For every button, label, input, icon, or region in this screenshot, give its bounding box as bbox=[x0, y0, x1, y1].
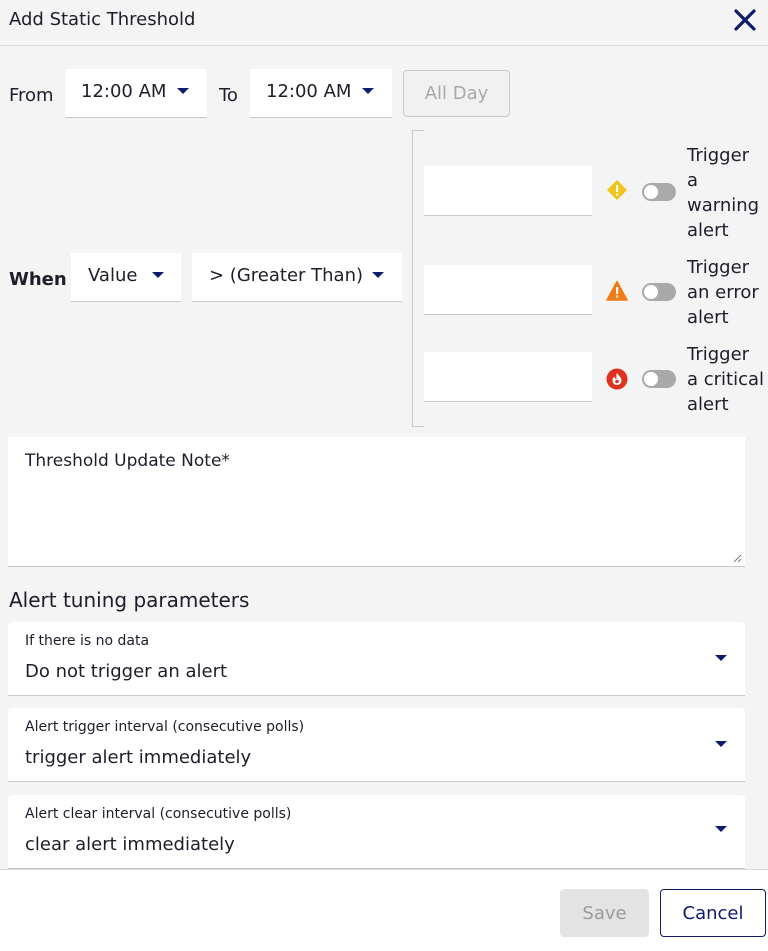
operator-value: > (Greater Than) bbox=[209, 265, 364, 286]
chevron-down-icon bbox=[715, 741, 727, 747]
trigger-interval-value: trigger alert immediately bbox=[25, 747, 252, 768]
threshold-note-textarea[interactable]: Threshold Update Note* bbox=[8, 437, 745, 567]
no-data-label: If there is no data bbox=[25, 633, 150, 649]
no-data-select[interactable]: If there is no data Do not trigger an al… bbox=[8, 622, 745, 696]
from-time-select[interactable]: 12:00 AM bbox=[65, 69, 207, 118]
error-threshold-input[interactable] bbox=[424, 265, 592, 315]
dialog-title: Add Static Threshold bbox=[9, 9, 196, 30]
chevron-down-icon bbox=[152, 272, 164, 278]
from-label: From bbox=[9, 85, 54, 106]
chevron-down-icon bbox=[715, 655, 727, 661]
threshold-note-label: Threshold Update Note* bbox=[25, 451, 230, 471]
clear-interval-select[interactable]: Alert clear interval (consecutive polls)… bbox=[8, 795, 745, 869]
trigger-label-line: alert bbox=[687, 394, 729, 415]
critical-threshold-input[interactable] bbox=[424, 352, 592, 402]
trigger-label-line: Trigger bbox=[687, 145, 750, 166]
dialog-footer: Save Cancel bbox=[0, 869, 768, 951]
critical-flame-icon bbox=[606, 368, 628, 390]
trigger-label-line: a bbox=[687, 170, 699, 191]
toggle-knob bbox=[644, 285, 658, 299]
trigger-label-line: alert bbox=[687, 307, 729, 328]
save-button[interactable]: Save bbox=[560, 889, 649, 937]
chevron-down-icon bbox=[372, 272, 384, 278]
trigger-interval-select[interactable]: Alert trigger interval (consecutive poll… bbox=[8, 708, 745, 782]
trigger-label-line: a critical bbox=[687, 369, 765, 390]
trigger-label-line: alert bbox=[687, 220, 729, 241]
cancel-button[interactable]: Cancel bbox=[660, 889, 766, 937]
close-button[interactable] bbox=[728, 2, 762, 38]
trigger-label-line: warning bbox=[687, 195, 760, 216]
warning-alert-toggle[interactable] bbox=[642, 183, 676, 201]
error-alert-toggle[interactable] bbox=[642, 283, 676, 301]
from-time-value: 12:00 AM bbox=[81, 81, 167, 102]
when-label: When bbox=[9, 269, 67, 290]
dialog-header: Add Static Threshold bbox=[0, 0, 768, 46]
tuning-section-title: Alert tuning parameters bbox=[9, 588, 250, 612]
to-label: To bbox=[219, 85, 238, 106]
trigger-label-line: Trigger bbox=[687, 257, 750, 278]
metric-value: Value bbox=[88, 265, 138, 286]
trigger-label-line: Trigger bbox=[687, 344, 750, 365]
operator-select[interactable]: > (Greater Than) bbox=[192, 253, 402, 302]
warning-trigger-label: Trigger a warning alert bbox=[687, 143, 759, 243]
no-data-value: Do not trigger an alert bbox=[25, 661, 228, 682]
to-time-value: 12:00 AM bbox=[266, 81, 352, 102]
all-day-button[interactable]: All Day bbox=[403, 70, 510, 117]
critical-trigger-label: Trigger a critical alert bbox=[687, 342, 764, 417]
to-time-select[interactable]: 12:00 AM bbox=[250, 69, 392, 118]
chevron-down-icon bbox=[715, 826, 727, 832]
chevron-down-icon bbox=[362, 88, 374, 94]
chevron-down-icon bbox=[177, 88, 189, 94]
clear-interval-label: Alert clear interval (consecutive polls) bbox=[25, 806, 292, 822]
critical-alert-toggle[interactable] bbox=[642, 370, 676, 388]
trigger-interval-label: Alert trigger interval (consecutive poll… bbox=[25, 719, 305, 735]
warning-diamond-icon bbox=[607, 180, 627, 200]
close-icon bbox=[734, 9, 756, 31]
error-triangle-icon bbox=[606, 280, 628, 301]
warning-threshold-input[interactable] bbox=[424, 166, 592, 216]
toggle-knob bbox=[644, 372, 658, 386]
trigger-label-line: an error bbox=[687, 282, 759, 303]
metric-select[interactable]: Value bbox=[71, 253, 181, 302]
toggle-knob bbox=[644, 185, 658, 199]
threshold-bracket bbox=[412, 130, 424, 427]
resize-grip-icon[interactable] bbox=[732, 553, 742, 563]
clear-interval-value: clear alert immediately bbox=[25, 834, 235, 855]
error-trigger-label: Trigger an error alert bbox=[687, 255, 759, 330]
